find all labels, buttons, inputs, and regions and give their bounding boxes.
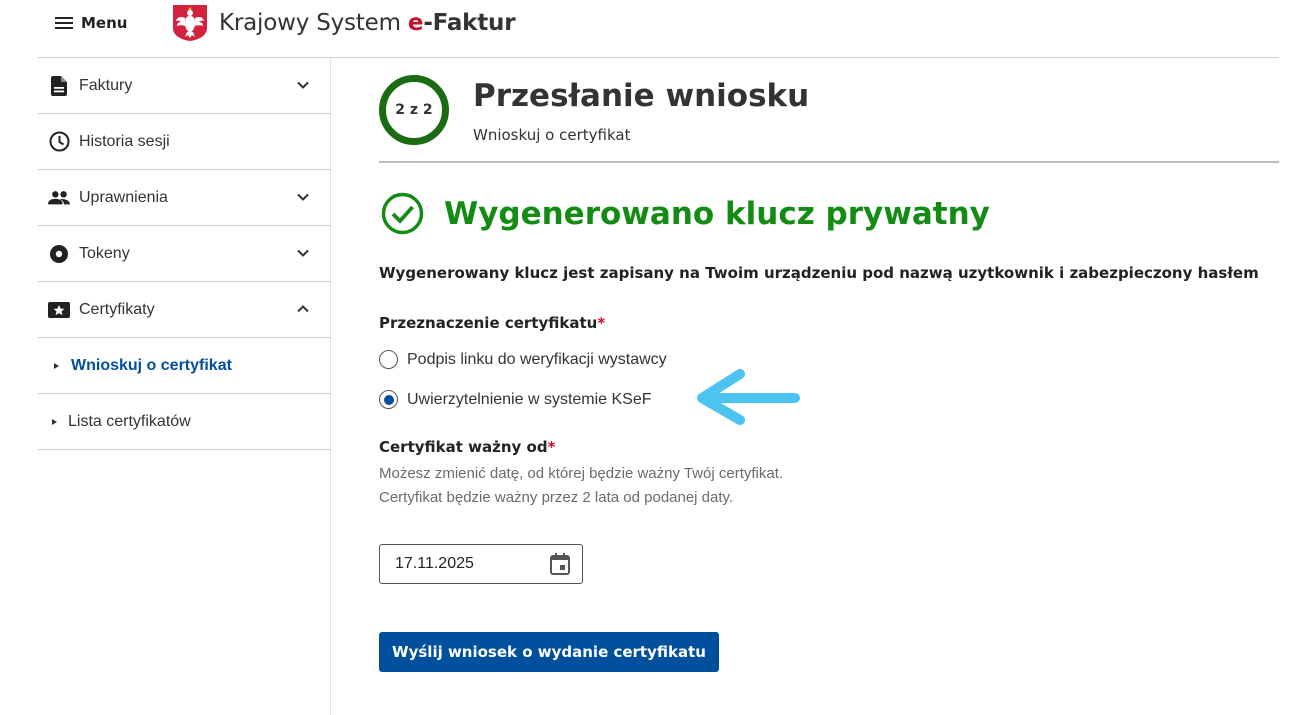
valid-from-label: Certyfikat ważny od* xyxy=(379,438,555,456)
date-input[interactable]: 17.11.2025 xyxy=(379,544,583,584)
people-icon xyxy=(48,187,70,209)
sidebar-item-uprawnienia[interactable]: Uprawnienia xyxy=(38,170,330,226)
chevron-down-icon xyxy=(297,193,309,201)
success-message: Wygenerowano klucz prywatny xyxy=(444,195,990,232)
radio-label: Podpis linku do weryfikacji wystawcy xyxy=(407,350,667,368)
page-title: Przesłanie wniosku xyxy=(473,78,810,114)
radio-option-uwierzytelnienie[interactable]: Uwierzytelnienie w systemie KSeF xyxy=(379,390,652,409)
sidebar-subitem-wnioskuj[interactable]: Wnioskuj o certyfikat xyxy=(38,338,330,394)
success-banner: Wygenerowano klucz prywatny xyxy=(381,192,990,235)
submit-request-button[interactable]: Wyślij wniosek o wydanie certyfikatu xyxy=(379,632,719,672)
calendar-icon[interactable] xyxy=(550,553,570,575)
sidebar-item-label: Faktury xyxy=(79,76,133,94)
sidebar-item-faktury[interactable]: Faktury xyxy=(38,58,330,114)
step-indicator: 2 z 2 xyxy=(379,75,449,145)
bullet-triangle-icon xyxy=(52,418,57,425)
chevron-down-icon xyxy=(297,81,309,89)
sidebar-item-tokeny[interactable]: Tokeny xyxy=(38,226,330,282)
bullet-triangle-icon xyxy=(54,362,59,369)
radio-dot xyxy=(383,394,394,405)
brand-faktur: -Faktur xyxy=(423,10,516,36)
chevron-down-icon xyxy=(297,249,309,257)
annotation-arrow-icon xyxy=(697,369,800,425)
valid-from-help: Możesz zmienić datę, od której będzie wa… xyxy=(379,465,784,506)
hamburger-icon xyxy=(55,17,73,29)
check-circle-icon xyxy=(381,192,424,235)
polish-emblem-icon xyxy=(173,5,207,41)
sidebar-item-label: Historia sesji xyxy=(79,132,170,150)
menu-label: Menu xyxy=(81,14,128,32)
radio-button-checked[interactable] xyxy=(379,390,398,409)
document-icon xyxy=(48,75,70,97)
radio-option-podpis[interactable]: Podpis linku do weryfikacji wystawcy xyxy=(379,350,667,369)
brand-e: e xyxy=(407,10,424,36)
brand[interactable]: Krajowy System e-Faktur xyxy=(172,4,516,42)
date-value: 17.11.2025 xyxy=(395,555,474,572)
sidebar-subitem-lista[interactable]: Lista certyfikatów xyxy=(38,394,330,450)
header: Menu Krajowy System e-Faktur xyxy=(0,0,1294,57)
menu-button[interactable]: Menu xyxy=(55,10,127,36)
sidebar-item-label: Tokeny xyxy=(79,244,130,262)
required-mark: * xyxy=(597,314,606,332)
purpose-label-text: Przeznaczenie certyfikatu xyxy=(379,314,598,332)
token-icon xyxy=(48,243,70,265)
chevron-up-icon xyxy=(297,305,309,313)
brand-title: Krajowy System e-Faktur xyxy=(219,10,516,36)
sidebar-subitem-label: Wnioskuj o certyfikat xyxy=(71,356,232,374)
clock-icon xyxy=(48,131,70,153)
sidebar-subitem-label: Lista certyfikatów xyxy=(68,412,191,430)
radio-button-unchecked[interactable] xyxy=(379,350,398,369)
sidebar: Faktury Historia sesji Uprawnienia Token… xyxy=(38,58,331,715)
certificate-icon xyxy=(48,299,70,321)
required-mark: * xyxy=(547,438,556,456)
radio-label: Uwierzytelnienie w systemie KSeF xyxy=(407,390,652,408)
sidebar-item-historia-sesji[interactable]: Historia sesji xyxy=(38,114,330,170)
valid-from-label-text: Certyfikat ważny od xyxy=(379,438,548,456)
brand-prefix: Krajowy System xyxy=(219,10,408,36)
info-text: Wygenerowany klucz jest zapisany na Twoi… xyxy=(379,264,1259,282)
sidebar-item-label: Certyfikaty xyxy=(79,300,155,318)
sidebar-item-certyfikaty[interactable]: Certyfikaty xyxy=(38,282,330,338)
page-subtitle: Wnioskuj o certyfikat xyxy=(473,126,631,144)
sidebar-item-label: Uprawnienia xyxy=(79,188,168,206)
title-divider xyxy=(379,161,1279,163)
step-label: 2 z 2 xyxy=(395,102,433,118)
purpose-label: Przeznaczenie certyfikatu* xyxy=(379,314,605,332)
